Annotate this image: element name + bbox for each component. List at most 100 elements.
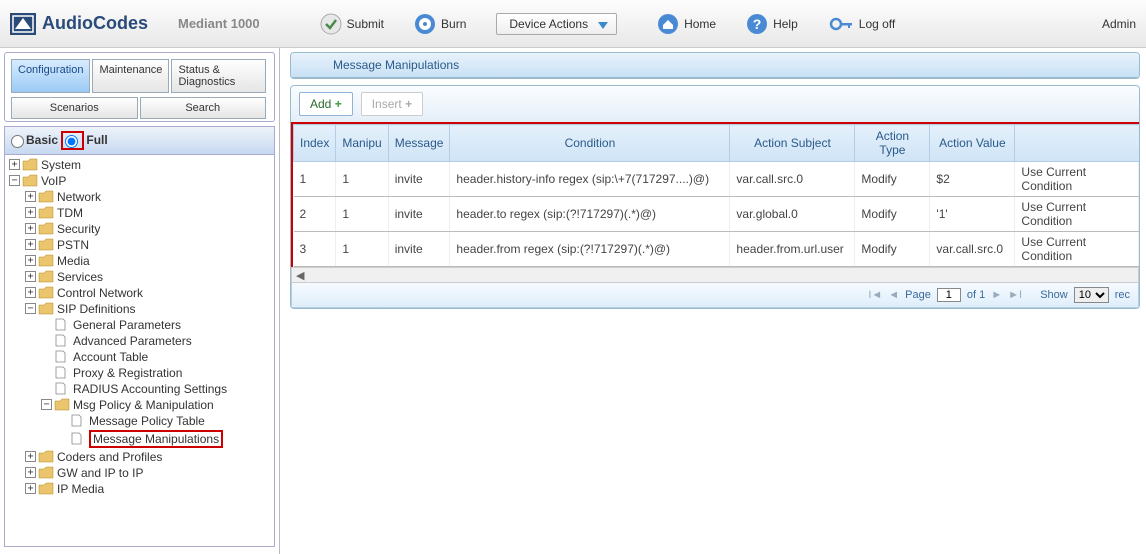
pager-prev-icon[interactable]: ◄	[888, 289, 899, 301]
basic-radio[interactable]	[11, 135, 24, 148]
check-icon	[320, 13, 342, 35]
col-subject[interactable]: Action Subject	[730, 125, 855, 162]
tree-proxy-registration[interactable]: Proxy & Registration	[5, 365, 274, 381]
table-row[interactable]: 31inviteheader.from regex (sip:(?!717297…	[294, 232, 1139, 267]
cell-actionvalue: var.call.src.0	[930, 232, 1015, 267]
device-actions-label: Device Actions	[509, 17, 588, 31]
device-actions-dropdown[interactable]: Device Actions	[496, 13, 617, 35]
brand-text: AudioCodes	[42, 13, 148, 34]
expand-icon[interactable]: +	[25, 467, 36, 478]
tree-general-parameters[interactable]: General Parameters	[5, 317, 274, 333]
burn-label: Burn	[441, 17, 466, 31]
tree-pstn[interactable]: +PSTN	[5, 237, 274, 253]
expand-icon[interactable]: +	[25, 451, 36, 462]
col-actiontype[interactable]: Action Type	[855, 125, 930, 162]
expand-icon[interactable]: +	[25, 207, 36, 218]
col-rowrole[interactable]	[1015, 125, 1139, 162]
cell-manip: 1	[336, 162, 388, 197]
tree-media[interactable]: +Media	[5, 253, 274, 269]
folder-icon	[22, 174, 38, 187]
tree-security[interactable]: +Security	[5, 221, 274, 237]
tree-services[interactable]: +Services	[5, 269, 274, 285]
key-icon	[828, 13, 854, 35]
horizontal-scrollbar[interactable]: ◀	[291, 267, 1139, 283]
tree-msg-policy[interactable]: −Msg Policy & Manipulation	[5, 397, 274, 413]
model-label: Mediant 1000	[178, 16, 260, 31]
tree-tdm[interactable]: +TDM	[5, 205, 274, 221]
tree-voip[interactable]: −VoIP	[5, 173, 274, 189]
expand-icon[interactable]: +	[25, 239, 36, 250]
page-icon	[54, 382, 70, 395]
nav-tree: +System −VoIP +Network +TDM +Security +P…	[4, 155, 275, 547]
tree-network[interactable]: +Network	[5, 189, 274, 205]
cell-condition: header.to regex (sip:(?!717297)(.*)@)	[450, 197, 730, 232]
page-icon	[54, 318, 70, 331]
tab-maintenance[interactable]: Maintenance	[92, 59, 169, 93]
folder-icon	[38, 238, 54, 251]
page-input[interactable]	[937, 288, 961, 302]
collapse-icon[interactable]: −	[25, 303, 36, 314]
col-index[interactable]: Index	[294, 125, 336, 162]
add-label: Add	[310, 97, 331, 111]
expand-icon[interactable]: +	[25, 483, 36, 494]
page-icon	[54, 334, 70, 347]
tree-gw-ip[interactable]: +GW and IP to IP	[5, 465, 274, 481]
expand-icon[interactable]: +	[25, 191, 36, 202]
tree-advanced-parameters[interactable]: Advanced Parameters	[5, 333, 274, 349]
full-radio[interactable]	[65, 135, 78, 148]
cell-subject: header.from.url.user	[730, 232, 855, 267]
cell-msgtype: invite	[388, 232, 450, 267]
col-condition[interactable]: Condition	[450, 125, 730, 162]
tree-control-network[interactable]: +Control Network	[5, 285, 274, 301]
tree-system[interactable]: +System	[5, 157, 274, 173]
help-label: Help	[773, 17, 798, 31]
tree-ip-media[interactable]: +IP Media	[5, 481, 274, 497]
tab-status[interactable]: Status & Diagnostics	[171, 59, 266, 93]
disc-icon	[414, 13, 436, 35]
expand-icon[interactable]: +	[25, 271, 36, 282]
collapse-icon[interactable]: −	[41, 399, 52, 410]
cell-actiontype: Modify	[855, 162, 930, 197]
cell-manip: 1	[336, 232, 388, 267]
pager-next-icon[interactable]: ►	[991, 289, 1002, 301]
add-button[interactable]: Add +	[299, 92, 353, 116]
tab-search[interactable]: Search	[140, 97, 267, 119]
full-radio-label[interactable]	[65, 133, 80, 147]
current-user: Admin	[1102, 17, 1136, 31]
expand-icon[interactable]: +	[25, 287, 36, 298]
help-button[interactable]: ? Help	[746, 13, 798, 35]
tab-configuration[interactable]: Configuration	[11, 59, 90, 93]
basic-radio-label[interactable]: Basic	[11, 133, 58, 147]
col-actionvalue[interactable]: Action Value	[930, 125, 1015, 162]
burn-button[interactable]: Burn	[414, 13, 466, 35]
col-manip[interactable]: Manipu	[336, 125, 388, 162]
tree-coders[interactable]: +Coders and Profiles	[5, 449, 274, 465]
tree-msg-policy-table[interactable]: Message Policy Table	[5, 413, 274, 429]
insert-label: Insert	[372, 97, 402, 111]
cell-rowrole: Use Current Condition	[1015, 232, 1139, 267]
plus-icon: +	[405, 97, 412, 111]
pager-last-icon[interactable]: ►I	[1008, 289, 1022, 301]
tree-account-table[interactable]: Account Table	[5, 349, 274, 365]
table-header-row: Index Manipu Message Condition Action Su…	[294, 125, 1139, 162]
logo-icon	[10, 13, 36, 35]
table-row[interactable]: 11inviteheader.history-info regex (sip:\…	[294, 162, 1139, 197]
tree-radius[interactable]: RADIUS Accounting Settings	[5, 381, 274, 397]
tree-sip-definitions[interactable]: −SIP Definitions	[5, 301, 274, 317]
logoff-button[interactable]: Log off	[828, 13, 895, 35]
tree-msg-manipulations[interactable]: Message Manipulations	[5, 429, 274, 449]
pager-first-icon[interactable]: I◄	[868, 289, 882, 301]
table-row[interactable]: 21inviteheader.to regex (sip:(?!717297)(…	[294, 197, 1139, 232]
submit-button[interactable]: Submit	[320, 13, 384, 35]
home-button[interactable]: Home	[657, 13, 716, 35]
collapse-icon[interactable]: −	[9, 175, 20, 186]
show-select[interactable]: 10	[1074, 287, 1109, 303]
expand-icon[interactable]: +	[25, 223, 36, 234]
scroll-left-icon[interactable]: ◀	[292, 269, 308, 282]
logoff-label: Log off	[859, 17, 895, 31]
tab-scenarios[interactable]: Scenarios	[11, 97, 138, 119]
expand-icon[interactable]: +	[9, 159, 20, 170]
manipulations-table: Index Manipu Message Condition Action Su…	[293, 124, 1139, 267]
col-msgtype[interactable]: Message	[388, 125, 450, 162]
expand-icon[interactable]: +	[25, 255, 36, 266]
